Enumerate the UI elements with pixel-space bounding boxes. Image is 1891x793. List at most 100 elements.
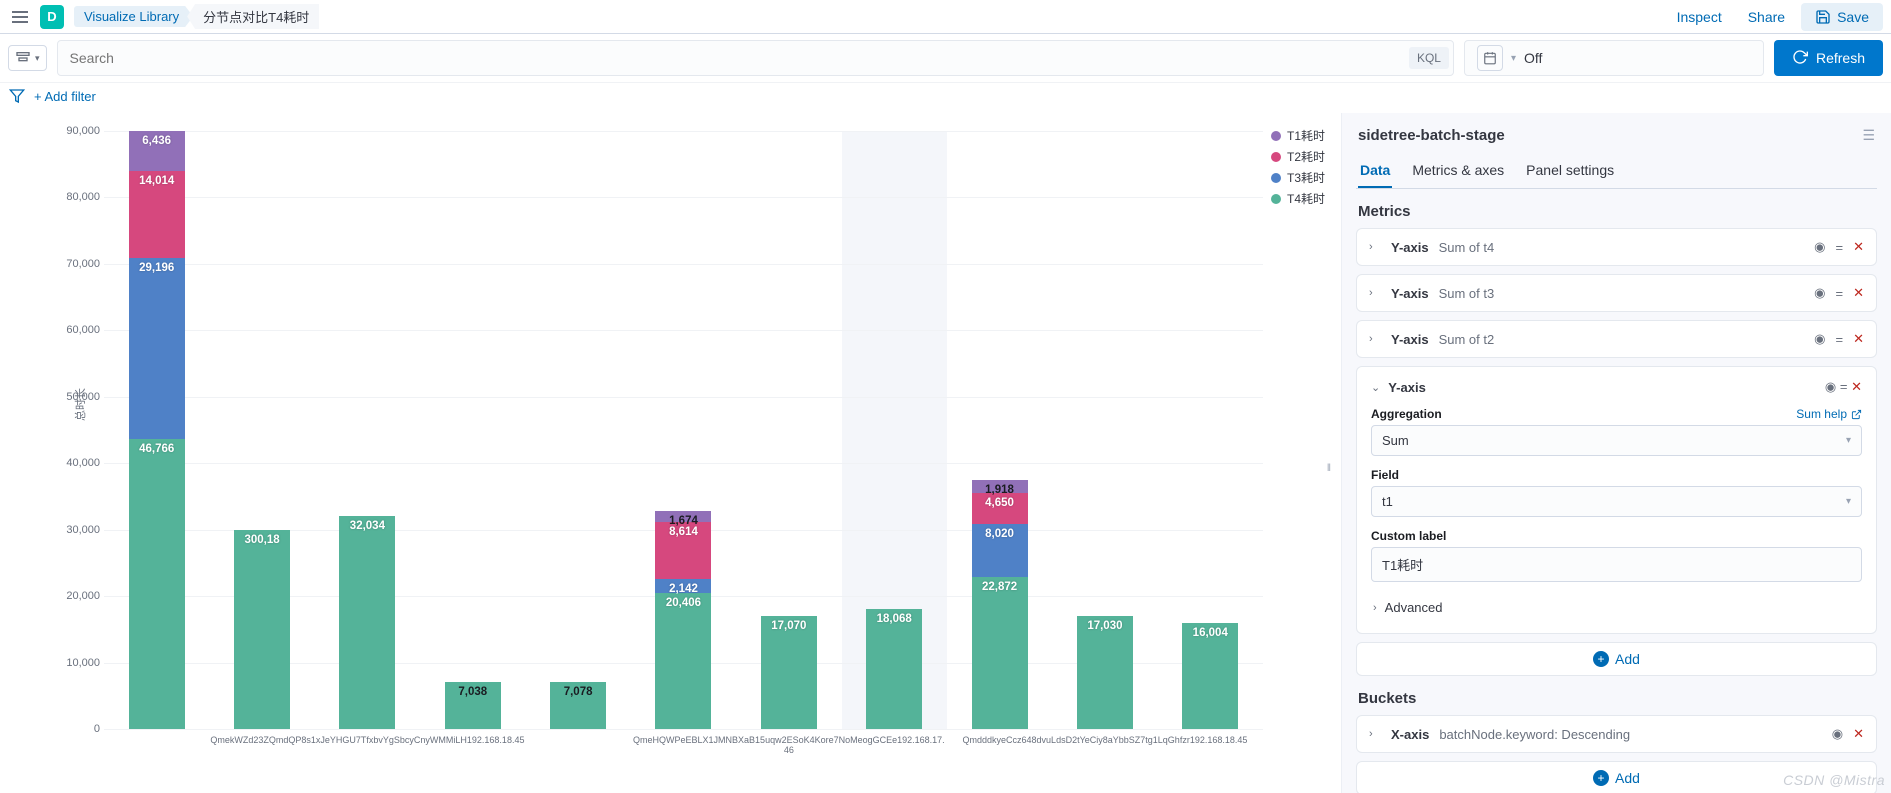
bar-segment[interactable]: 6,436 [129, 131, 185, 171]
bar-column[interactable]: 17,070 [736, 131, 841, 729]
field-select[interactable]: t1▾ [1371, 486, 1862, 517]
delete-icon[interactable]: ✕ [1851, 379, 1862, 394]
bar-column[interactable]: 18,068 [842, 131, 947, 729]
panel-title-row: sidetree-batch-stage ☰ [1356, 123, 1877, 154]
add-filter-link[interactable]: + Add filter [34, 89, 96, 104]
sum-help-link[interactable]: Sum help [1796, 407, 1862, 421]
metric-axis-label: Y-axis [1391, 240, 1429, 255]
tab-panel-settings[interactable]: Panel settings [1524, 154, 1616, 188]
delete-icon[interactable]: ✕ [1853, 285, 1864, 301]
filter-toggle[interactable]: ▾ [8, 45, 47, 71]
bar-segment[interactable]: 17,030 [1077, 616, 1133, 729]
bar-stack: 18,068 [866, 131, 922, 729]
bar-segment[interactable]: 1,674 [655, 511, 711, 522]
segment-label: 22,872 [982, 581, 1017, 593]
bar-segment[interactable]: 16,004 [1182, 623, 1238, 729]
bar-segment[interactable]: 14,014 [129, 171, 185, 258]
eye-icon[interactable]: ◉ [1814, 239, 1825, 255]
legend-item[interactable]: T3耗时 [1271, 169, 1325, 186]
search-input[interactable] [70, 50, 1403, 66]
bar-segment[interactable]: 7,078 [550, 682, 606, 729]
share-link[interactable]: Share [1738, 3, 1795, 31]
metric-axis-label: Y-axis [1388, 380, 1426, 395]
chevron-right-icon: › [1373, 602, 1377, 614]
bar-segment[interactable]: 22,872 [972, 577, 1028, 729]
refresh-button[interactable]: Refresh [1774, 40, 1883, 76]
bar-column[interactable]: 32,034 [315, 131, 420, 729]
drag-icon[interactable]: = [1836, 286, 1844, 301]
panel-resize-handle[interactable]: ‖ [1325, 453, 1333, 483]
bar-segment[interactable]: 8,020 [972, 524, 1028, 577]
legend-item[interactable]: T4耗时 [1271, 190, 1325, 207]
legend-dot-icon [1271, 173, 1281, 183]
metric-axis-label: Y-axis [1391, 332, 1429, 347]
bar-column[interactable]: 17,030 [1052, 131, 1157, 729]
bar-segment[interactable]: 20,406 [655, 593, 711, 729]
save-button[interactable]: Save [1801, 3, 1883, 31]
bar-column[interactable]: 20,406 2,142 8,6141,674 [631, 131, 736, 729]
tab-data[interactable]: Data [1358, 154, 1392, 188]
bar-segment[interactable]: 300,18 [234, 530, 290, 729]
date-picker[interactable]: ▾ Off [1464, 40, 1764, 76]
delete-icon[interactable]: ✕ [1853, 726, 1864, 742]
metric-row-actions: ◉ = ✕ [1814, 331, 1864, 347]
panel-title: sidetree-batch-stage [1358, 127, 1505, 144]
metric-row[interactable]: ›Y-axisSum of t2◉=✕ [1356, 320, 1877, 358]
metric-row[interactable]: ›Y-axisSum of t3◉=✕ [1356, 274, 1877, 312]
inspect-link[interactable]: Inspect [1667, 3, 1732, 31]
metric-row[interactable]: ›Y-axisSum of t4◉=✕ [1356, 228, 1877, 266]
chevron-right-icon: › [1369, 241, 1383, 253]
plus-icon: + [1593, 651, 1609, 667]
bucket-row[interactable]: › X-axis batchNode.keyword: Descending ◉… [1356, 715, 1877, 753]
drag-icon[interactable]: = [1836, 332, 1844, 347]
x-tick: QmekWZd23ZQmdQP8s1xJeYHGU7TfxbvYgSbcyCny… [104, 729, 631, 785]
segment-label: 20,406 [666, 597, 701, 609]
filter-funnel-icon[interactable] [8, 87, 26, 105]
bar-segment[interactable]: 1,918 [972, 480, 1028, 493]
bar-segment[interactable]: 2,142 [655, 579, 711, 593]
bar-segment[interactable]: 7,038 [445, 682, 501, 729]
eye-icon[interactable]: ◉ [1814, 285, 1825, 301]
bar-column[interactable]: 22,872 8,0204,6501,918 [947, 131, 1052, 729]
bar-column[interactable]: 46,76629,19614,0146,436 [104, 131, 209, 729]
bar-segment[interactable]: 29,196 [129, 258, 185, 439]
metric-expanded-header[interactable]: ⌄ Y-axis ◉ = ✕ [1371, 379, 1862, 395]
tab-metrics-axes[interactable]: Metrics & axes [1410, 154, 1506, 188]
bar-column[interactable]: 300,18 [209, 131, 314, 729]
date-value: Off [1524, 50, 1542, 66]
bar-segment[interactable]: 17,070 [761, 616, 817, 729]
bar-column[interactable]: 7,078 [525, 131, 630, 729]
legend-dot-icon [1271, 194, 1281, 204]
segment-label: 2,142 [669, 583, 698, 595]
search-box[interactable]: KQL [57, 40, 1454, 76]
menu-toggle-icon[interactable] [8, 5, 32, 29]
y-tick: 50,000 [66, 391, 100, 403]
kql-badge[interactable]: KQL [1409, 47, 1449, 69]
drag-icon[interactable]: = [1836, 240, 1844, 255]
aggregation-select[interactable]: Sum▾ [1371, 425, 1862, 456]
eye-icon[interactable]: ◉ [1825, 379, 1836, 394]
calendar-icon[interactable] [1477, 45, 1503, 71]
custom-label-input[interactable]: T1耗时 [1371, 547, 1862, 582]
bar-stack: 22,872 8,0204,6501,918 [972, 131, 1028, 729]
bar-segment[interactable]: 18,068 [866, 609, 922, 729]
delete-icon[interactable]: ✕ [1853, 239, 1864, 255]
bar-segment[interactable]: 46,766 [129, 439, 185, 729]
drag-icon[interactable]: = [1840, 379, 1848, 394]
delete-icon[interactable]: ✕ [1853, 331, 1864, 347]
legend-item[interactable]: T1耗时 [1271, 127, 1325, 144]
breadcrumb-library[interactable]: Visualize Library [74, 6, 193, 27]
eye-icon[interactable]: ◉ [1814, 331, 1825, 347]
advanced-toggle[interactable]: › Advanced [1371, 594, 1862, 621]
legend-item[interactable]: T2耗时 [1271, 148, 1325, 165]
app-badge[interactable]: D [40, 5, 64, 29]
bar-column[interactable]: 16,004 [1158, 131, 1263, 729]
y-tick: 0 [94, 723, 100, 735]
add-metric-button[interactable]: + Add [1356, 642, 1877, 676]
bar-segment[interactable]: 8,614 [655, 522, 711, 579]
eye-icon[interactable]: ◉ [1832, 726, 1843, 742]
bar-column[interactable]: 7,038 [420, 131, 525, 729]
bar-segment[interactable]: 32,034 [339, 516, 395, 729]
panel-options-icon[interactable]: ☰ [1862, 127, 1875, 144]
bar-segment[interactable]: 4,650 [972, 493, 1028, 524]
